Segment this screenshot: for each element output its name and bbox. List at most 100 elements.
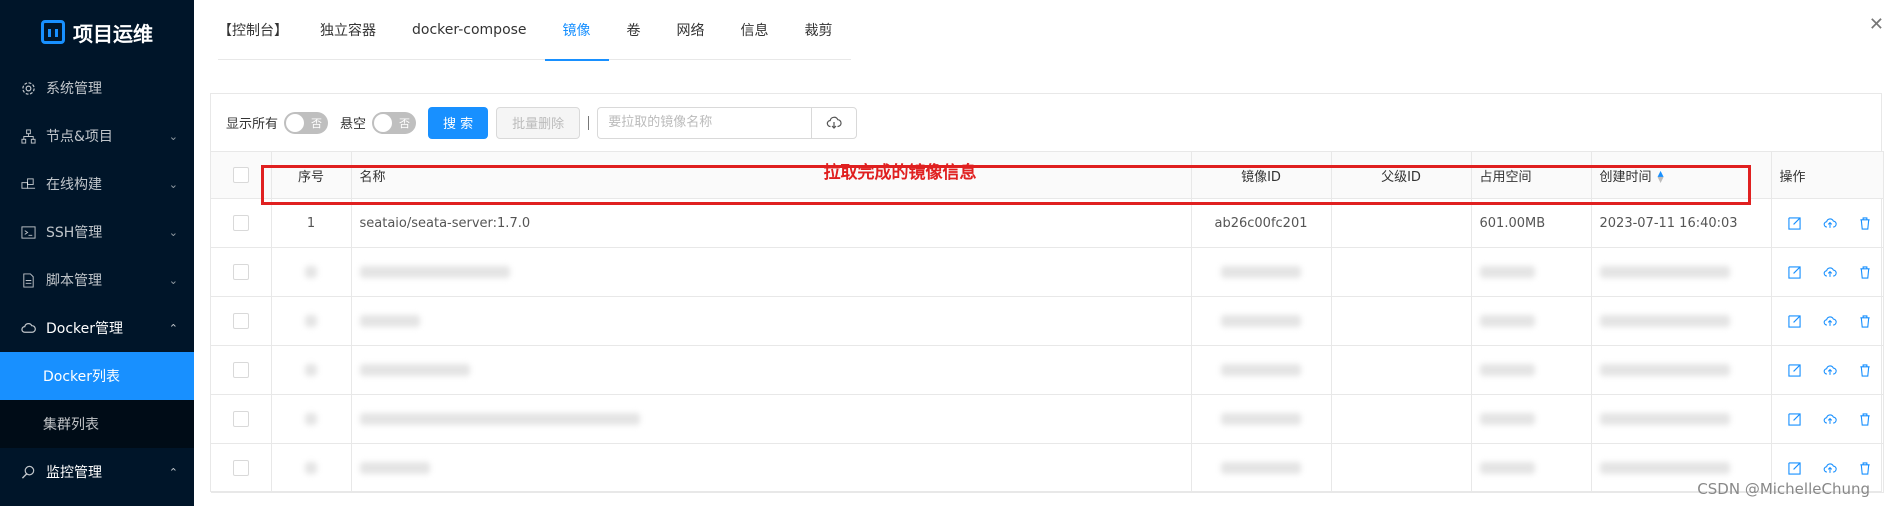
search-button[interactable]: 搜 索 [428,106,489,139]
tab-prune[interactable]: 裁剪 [787,1,851,59]
select-all-checkbox[interactable] [232,167,249,183]
blurred-text [359,462,430,474]
delete-icon[interactable] [1859,314,1871,328]
row-checkbox[interactable] [232,313,249,329]
table-row [211,296,1884,346]
row-select-cell [211,443,272,493]
create-container-icon[interactable] [1787,412,1801,426]
blurred-text [1221,413,1301,425]
row-actions [1771,394,1884,444]
create-container-icon[interactable] [1787,461,1801,475]
pull-image-group [597,106,858,139]
delete-icon[interactable] [1859,363,1871,377]
annotation-text: 拉取完成的镜像信息 [823,163,977,183]
cloud-update-icon[interactable] [1823,413,1837,426]
create-container-icon[interactable] [1787,314,1801,328]
tab-console[interactable]: 【控制台】 [218,1,302,59]
tab-images[interactable]: 镜像 [544,1,609,61]
row-checkbox[interactable] [232,411,249,427]
blurred-text [1479,413,1535,425]
row-index [271,345,352,395]
logo-text: 项目运维 [73,21,153,46]
sidebar-item-build[interactable]: 在线构建 ⌄ [0,160,194,208]
images-panel: 显示所有 否 悬空 否 搜 索 批量删除 要拉取的镜像名称 序号 名称 拉取完成… [210,93,1884,493]
row-checkbox[interactable] [232,215,249,231]
blurred-text [1599,315,1730,327]
row-parent-id [1331,296,1472,346]
col-created[interactable]: 创建时间 ▲ ▼ [1591,151,1772,199]
sidebar-item-monitor[interactable]: 监控管理 ⌃ [0,448,194,496]
row-select-cell [211,247,272,297]
dangling-toggle[interactable]: 否 [372,111,417,134]
table-row [211,443,1884,493]
row-size: 601.00MB [1471,198,1592,248]
col-name: 名称 拉取完成的镜像信息 [351,151,1192,199]
tabs: 【控制台】 独立容器 docker-compose 镜像 卷 网络 信息 裁剪 [218,0,851,61]
blurred-rows [211,247,1884,493]
app: 项目运维 系统管理 节点&项目 ⌄ 在线构建 ⌄ SSH管理 ⌄ 脚本管理 ⌄ … [0,0,1898,506]
sidebar-item-scripts[interactable]: 脚本管理 ⌄ [0,256,194,304]
pull-image-input[interactable] [597,106,812,139]
cloud-update-icon[interactable] [1823,266,1837,279]
sidebar-item-label: Docker管理 [46,321,124,337]
sidebar-item-label: SSH管理 [46,225,103,241]
sort-icon[interactable]: ▲ ▼ [1658,170,1664,184]
show-all-toggle[interactable]: 否 [284,111,329,134]
blurred-text [1599,266,1730,278]
pull-button[interactable] [811,106,858,139]
sidebar-item-ssh[interactable]: SSH管理 ⌄ [0,208,194,256]
table-row [211,345,1884,395]
sidebar-item-docker[interactable]: Docker管理 ⌃ [0,304,194,352]
cloud-update-icon[interactable] [1823,217,1837,230]
tab-info[interactable]: 信息 [723,1,787,59]
toggle-text: 否 [311,116,323,130]
sidebar-subitem-label: Docker列表 [43,369,121,385]
sidebar-item-system[interactable]: 系统管理 [0,64,194,112]
tab-bar: 【控制台】 独立容器 docker-compose 镜像 卷 网络 信息 裁剪 [194,0,1898,61]
col-parent-id: 父级ID [1331,151,1472,199]
table-row: 1 seataio/seata-server:1.7.0 ab26c00fc20… [211,198,1884,248]
blurred-text [1599,413,1730,425]
tab-networks[interactable]: 网络 [659,1,723,59]
watermark: CSDN @MichelleChung [1697,480,1870,498]
tab-docker-compose[interactable]: docker-compose [394,1,545,59]
delete-icon[interactable] [1859,216,1871,230]
build-icon [20,176,36,192]
cloud-update-icon[interactable] [1823,462,1837,475]
close-icon[interactable]: ✕ [1869,14,1884,35]
delete-icon[interactable] [1859,265,1871,279]
row-checkbox[interactable] [232,264,249,280]
blurred-text [1479,315,1535,327]
row-size [1471,394,1592,444]
col-actions: 操作 [1771,151,1884,199]
toolbar: 显示所有 否 悬空 否 搜 索 批量删除 [211,94,1881,151]
blurred-text [305,315,317,327]
sidebar-subitem-docker-list[interactable]: Docker列表 [0,352,194,400]
delete-icon[interactable] [1859,461,1871,475]
row-actions-group [1780,461,1875,475]
tab-volumes[interactable]: 卷 [609,1,659,59]
sidebar-subitem-label: 集群列表 [43,417,99,433]
row-checkbox[interactable] [232,460,249,476]
show-all-label: 显示所有 [226,117,279,132]
cloud-update-icon[interactable] [1823,315,1837,328]
sidebar-subitem-cluster-list[interactable]: 集群列表 [0,400,194,448]
row-checkbox[interactable] [232,362,249,378]
cloud-update-icon[interactable] [1823,364,1837,377]
chevron-down-icon: ⌄ [168,273,178,287]
create-container-icon[interactable] [1787,363,1801,377]
create-container-icon[interactable] [1787,265,1801,279]
row-actions-group [1780,216,1875,230]
create-container-icon[interactable] [1787,216,1801,230]
sidebar-item-nodes[interactable]: 节点&项目 ⌄ [0,112,194,160]
blurred-text [305,364,317,376]
row-name [351,443,1192,493]
delete-icon[interactable] [1859,412,1871,426]
table-header-row: 序号 名称 拉取完成的镜像信息 镜像ID 父级ID 占用空间 创建时间 ▲ ▼ 操作 [211,151,1884,199]
row-size [1471,345,1592,395]
batch-delete-button[interactable]: 批量删除 [496,106,581,139]
row-created [1591,394,1772,444]
row-name [351,345,1192,395]
tab-containers[interactable]: 独立容器 [302,1,394,59]
row-select-cell [211,198,272,248]
